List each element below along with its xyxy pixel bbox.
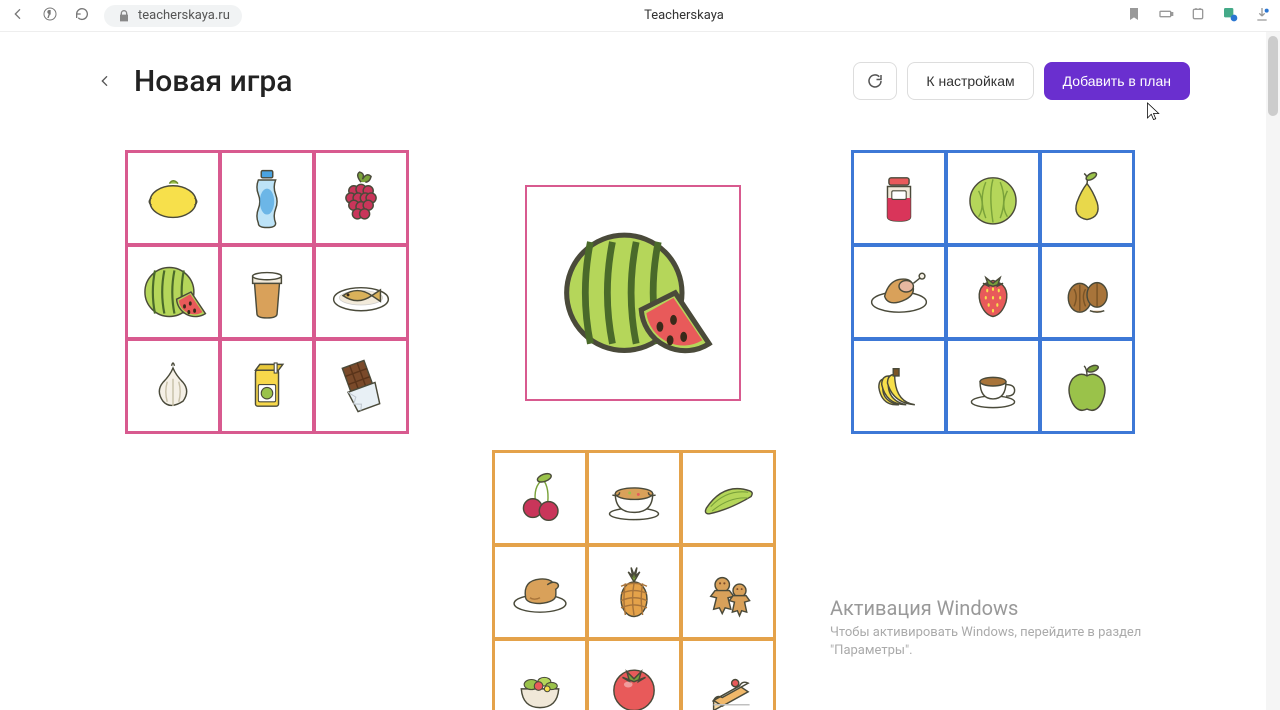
page-body: Новая игра К настройкам Добавить в план … [0, 32, 1280, 710]
lotto-cell-water-bottle[interactable] [221, 152, 313, 244]
lock-icon [116, 8, 132, 24]
battery-icon [1158, 6, 1174, 26]
settings-button[interactable]: К настройкам [907, 62, 1033, 100]
lotto-cell-cucumber[interactable] [682, 452, 774, 544]
lotto-cell-bananas[interactable] [853, 340, 945, 432]
lotto-cell-apple[interactable] [1041, 340, 1133, 432]
page-title: Новая игра [134, 64, 292, 99]
page-header: Новая игра К настройкам Добавить в план [90, 62, 1190, 100]
lotto-cell-cabbage[interactable] [947, 152, 1039, 244]
lotto-grid-blue [851, 150, 1135, 434]
lotto-grid-orange [492, 450, 776, 710]
lotto-cell-fish-plate[interactable] [315, 246, 407, 338]
refresh-button[interactable] [853, 62, 897, 100]
lotto-grid-pink [125, 150, 409, 434]
lotto-cell-garlic[interactable] [127, 340, 219, 432]
add-to-plan-button[interactable]: Добавить в план [1044, 62, 1190, 100]
lotto-cell-soup-bowl[interactable] [588, 452, 680, 544]
url-text: teacherskaya.ru [138, 8, 230, 23]
lotto-cell-juice-box[interactable] [221, 340, 313, 432]
watermark-subtitle: Чтобы активировать Windows, перейдите в … [830, 624, 1150, 660]
lotto-cell-roast-chicken[interactable] [494, 546, 586, 638]
back-button[interactable] [90, 66, 120, 96]
yandex-icon[interactable] [42, 6, 58, 26]
lotto-cell-strawberry[interactable] [947, 246, 1039, 338]
lotto-cell-cake-slice[interactable] [682, 640, 774, 710]
lotto-cell-tomato[interactable] [588, 640, 680, 710]
game-board: Активация Windows Чтобы активировать Win… [90, 120, 1190, 680]
url-bar[interactable]: teacherskaya.ru [104, 5, 242, 27]
watermark-title: Активация Windows [830, 596, 1150, 620]
lotto-cell-chocolate[interactable] [315, 340, 407, 432]
lotto-cell-teacup[interactable] [947, 340, 1039, 432]
lotto-cell-pineapple[interactable] [588, 546, 680, 638]
nav-back-icon[interactable] [10, 6, 26, 26]
lotto-cell-ham-plate[interactable] [853, 246, 945, 338]
lotto-cell-cherries[interactable] [494, 452, 586, 544]
bookmark-icon[interactable] [1126, 6, 1142, 26]
lotto-cell-raspberry[interactable] [315, 152, 407, 244]
lotto-cell-watermelon[interactable] [127, 246, 219, 338]
extensions-icon[interactable] [1190, 6, 1206, 26]
lotto-cell-coffee-cup[interactable] [221, 246, 313, 338]
browser-chrome: teacherskaya.ru Teacherskaya [0, 0, 1280, 32]
reload-icon[interactable] [74, 6, 90, 26]
refresh-icon [866, 72, 884, 90]
lotto-cell-walnuts[interactable] [1041, 246, 1133, 338]
lotto-cell-jam-jar[interactable] [853, 152, 945, 244]
windows-watermark: Активация Windows Чтобы активировать Win… [830, 596, 1150, 660]
tab-title: Teacherskaya [256, 8, 1112, 23]
header-actions: К настройкам Добавить в план [853, 62, 1190, 100]
lotto-cell-lemon[interactable] [127, 152, 219, 244]
center-card[interactable] [525, 185, 741, 401]
addon-badge-icon[interactable] [1222, 6, 1238, 26]
lotto-cell-salad[interactable] [494, 640, 586, 710]
lotto-cell-gingerbread[interactable] [682, 546, 774, 638]
downloads-icon[interactable] [1254, 6, 1270, 26]
lotto-cell-pear[interactable] [1041, 152, 1133, 244]
